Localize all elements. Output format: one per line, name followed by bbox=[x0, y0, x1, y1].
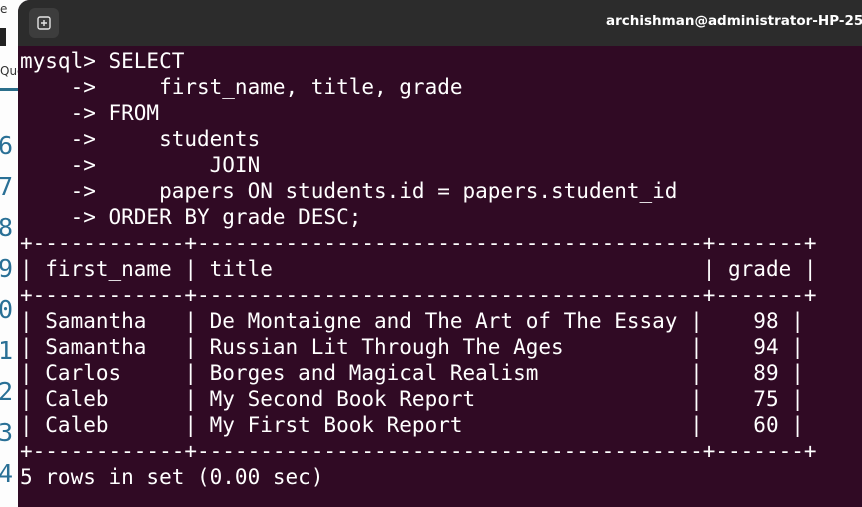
terminal-line: -> students bbox=[20, 127, 261, 151]
new-tab-button[interactable] bbox=[29, 8, 59, 38]
background-editor-cursor bbox=[0, 28, 6, 46]
line-number: 3 bbox=[0, 418, 14, 447]
terminal-line: mysql> SELECT bbox=[20, 49, 185, 73]
table-row: | Carlos | Borges and Magical Realism | … bbox=[20, 361, 804, 385]
table-row: | Samantha | Russian Lit Through The Age… bbox=[20, 335, 804, 359]
line-number: 8 bbox=[0, 213, 14, 242]
line-number: 6 bbox=[0, 131, 14, 160]
table-row: | Caleb | My First Book Report | 60 | bbox=[20, 413, 804, 437]
line-number: 9 bbox=[0, 254, 14, 283]
background-editor-title-fragment: e bbox=[0, 2, 8, 16]
table-row: | Samantha | De Montaigne and The Art of… bbox=[20, 309, 804, 333]
terminal-titlebar[interactable]: archishman@administrator-HP-250-1 bbox=[18, 0, 862, 46]
terminal-line: -> FROM bbox=[20, 101, 160, 125]
table-row: | Caleb | My Second Book Report | 75 | bbox=[20, 387, 804, 411]
window-title: archishman@administrator-HP-250-1 bbox=[606, 13, 862, 29]
terminal-line: -> ORDER BY grade DESC; bbox=[20, 205, 362, 229]
line-number: 1 bbox=[0, 336, 14, 365]
table-border: +------------+--------------------------… bbox=[20, 439, 817, 463]
line-number: 2 bbox=[0, 377, 14, 406]
terminal-window[interactable]: archishman@administrator-HP-250-1 mysql>… bbox=[18, 0, 862, 507]
line-number: 4 bbox=[0, 459, 14, 488]
terminal-line: -> first_name, title, grade bbox=[20, 75, 463, 99]
terminal-output[interactable]: mysql> SELECT -> first_name, title, grad… bbox=[20, 48, 817, 490]
result-summary: 5 rows in set (0.00 sec) bbox=[20, 465, 324, 489]
desktop: e Que 6 7 8 9 0 1 2 3 4 archishman@admin… bbox=[0, 0, 862, 507]
line-number: 7 bbox=[0, 172, 14, 201]
new-tab-plus-icon bbox=[37, 16, 51, 30]
terminal-line: -> JOIN bbox=[20, 153, 261, 177]
table-header-row: | first_name | title | grade | bbox=[20, 257, 817, 281]
table-border: +------------+--------------------------… bbox=[20, 283, 817, 307]
table-border: +------------+--------------------------… bbox=[20, 231, 817, 255]
line-number: 0 bbox=[0, 295, 14, 324]
terminal-line: -> papers ON students.id = papers.studen… bbox=[20, 179, 678, 203]
